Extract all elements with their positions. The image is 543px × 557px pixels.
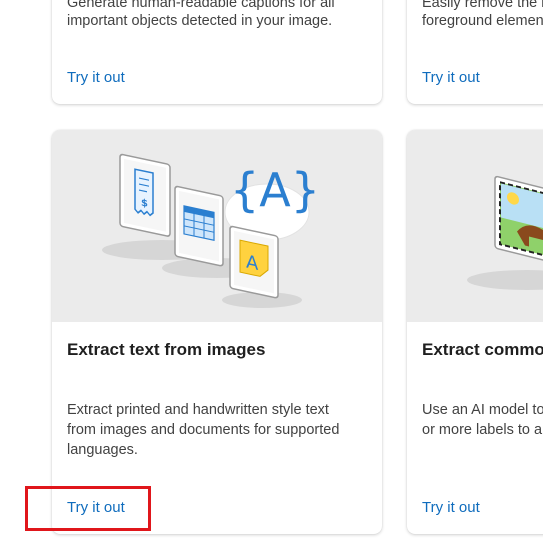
ocr-glyph: {A} [230,163,320,217]
card-title: Extract common [422,340,543,359]
try-it-out-link[interactable]: Try it out [422,499,480,516]
card-description-line: languages. [67,442,138,458]
sticky-note-letter: A [246,252,259,275]
card-description-line: from images and documents for supported [67,422,340,438]
card-illustration: $ A {A} [52,130,382,322]
card-extract-labels: Extract common Use an AI model to or mor… [407,130,543,534]
card-description-line: Extract printed and handwritten style te… [67,402,329,418]
ocr-illustration-icon: $ A {A} [102,153,320,308]
card-image-captioning: Generate human-readable captions for all… [52,0,382,104]
card-description-line: important objects detected in your image… [67,13,333,29]
card-description-line: foreground elemen [422,13,543,29]
card-background-removal: Easily remove the b foreground elemen Tr… [407,0,543,104]
card-extract-text: $ A {A} Extract text from images Extract… [52,130,382,534]
card-illustration [407,130,543,322]
card-description-line: Use an AI model to [422,402,543,418]
card-title: Extract text from images [67,340,266,359]
try-it-out-link[interactable]: Try it out [67,499,125,516]
try-it-out-link[interactable]: Try it out [422,69,480,86]
svg-text:$: $ [141,198,148,210]
try-it-out-link[interactable]: Try it out [67,69,125,86]
image-tagging-illustration-icon [467,175,543,290]
card-description-line: or more labels to a [422,422,543,438]
